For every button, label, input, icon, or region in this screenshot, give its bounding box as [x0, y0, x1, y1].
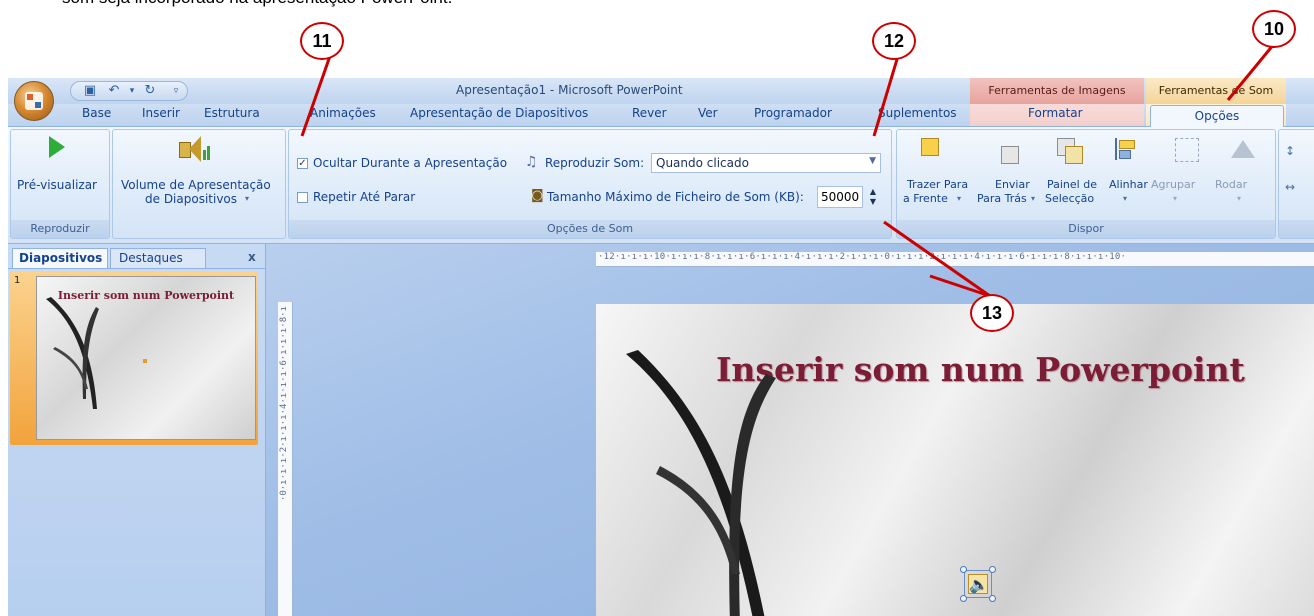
annotation-arrows — [300, 43, 1276, 298]
annotation-callout-11: 11 — [300, 22, 344, 60]
office-button[interactable] — [14, 81, 54, 121]
annotation-callout-13: 13 — [970, 294, 1014, 332]
annotation-callout-12: 12 — [872, 22, 916, 60]
annotation-callout-10: 10 — [1252, 10, 1296, 48]
office-logo-icon — [25, 92, 43, 110]
tab-opcoes[interactable]: Opções — [1150, 105, 1284, 127]
